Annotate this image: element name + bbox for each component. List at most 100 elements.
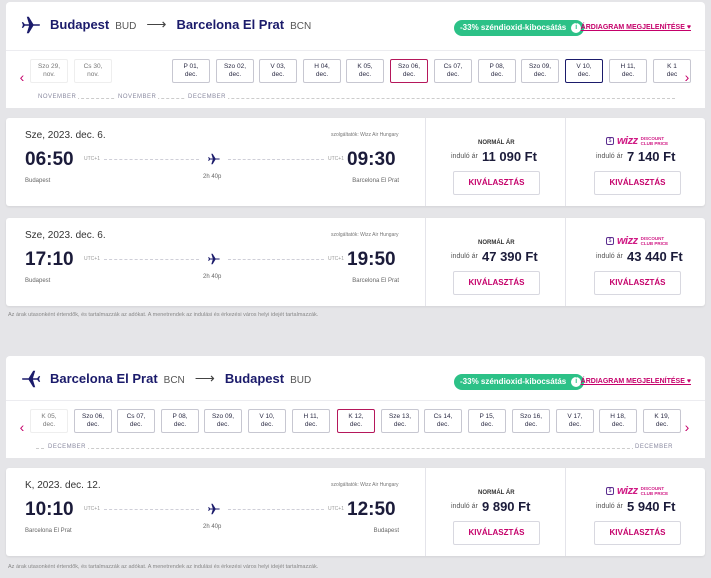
date-month: dec.	[446, 71, 460, 78]
flight-duration: 2h 40p	[203, 274, 222, 280]
date-day: V 17,	[567, 413, 583, 420]
date-option[interactable]: Cs 07, dec.	[117, 409, 155, 433]
wdc-logo: $ wizz DISCOUNT CLUB PRICE	[606, 234, 668, 248]
date-option[interactable]: Szo 09, dec.	[521, 59, 559, 83]
route-title: Barcelona El Prat BCN ⟶ Budapest BUD	[50, 370, 311, 387]
date-option[interactable]: Szo 06, dec.	[74, 409, 112, 433]
dollar-badge-icon: $	[606, 237, 614, 245]
date-day: K 12,	[348, 413, 364, 420]
price-note: Az árak utasonként értendők, és tartalma…	[8, 312, 319, 318]
from-code: BUD	[115, 21, 137, 32]
date-option[interactable]: V 17, dec.	[556, 409, 594, 433]
month-label: NOVEMBER	[36, 94, 79, 100]
date-month: dec.	[655, 421, 669, 428]
date-option[interactable]: P 08, dec.	[161, 409, 199, 433]
departure-utc: UTC+1	[84, 506, 100, 512]
date-option[interactable]: P 15, dec.	[468, 409, 506, 433]
date-option[interactable]: P 08, dec.	[478, 59, 516, 83]
date-option[interactable]: Szo 02, dec.	[216, 59, 254, 83]
date-option[interactable]: Cs 07, dec.	[434, 59, 472, 83]
date-option[interactable]: K 12, dec.	[337, 409, 375, 433]
departure-city: Budapest	[25, 178, 51, 184]
select-button[interactable]: KIVÁLASZTÁS	[594, 271, 681, 295]
date-month: dec.	[315, 71, 329, 78]
date-option[interactable]: Szo 06, dec.	[390, 59, 428, 83]
date-option[interactable]: Szo 09, dec.	[204, 409, 242, 433]
from-city: Barcelona El Prat	[50, 371, 158, 386]
date-option[interactable]: V 10, dec.	[248, 409, 286, 433]
date-option[interactable]: Cs 14, dec.	[424, 409, 462, 433]
date-option[interactable]: H 18, dec.	[599, 409, 637, 433]
prev-dates-button[interactable]: ‹	[16, 419, 28, 435]
arrival-city: Barcelona El Prat	[352, 178, 399, 184]
co2-badge[interactable]: -33% széndioxid-kibocsátás i	[454, 374, 585, 390]
outbound-header: Budapest BUD ⟶ Barcelona El Prat BCN -33…	[6, 2, 705, 50]
outbound-date-strip: ‹ Szo 29, nov. Cs 30, nov. P 01, dec. Szo 02, d…	[6, 50, 705, 108]
departure-utc: UTC+1	[84, 256, 100, 262]
date-day: Szo 06,	[81, 413, 105, 420]
plane-icon	[206, 252, 222, 266]
date-month: dec.	[490, 71, 504, 78]
price-chart-link[interactable]: ÁRDIAGRAM MEGJELENÍTÉSE ♥	[581, 378, 691, 385]
select-button[interactable]: KIVÁLASZTÁS	[594, 521, 681, 545]
normal-price: 47 390 Ft	[482, 249, 538, 264]
select-button[interactable]: KIVÁLASZTÁS	[453, 171, 540, 195]
prev-dates-button[interactable]: ‹	[16, 69, 28, 85]
date-month: dec.	[173, 421, 187, 428]
date-month: dec.	[42, 421, 56, 428]
date-month: dec.	[577, 71, 591, 78]
date-day: H 04,	[314, 63, 330, 70]
date-option[interactable]: V 10, dec.	[565, 59, 603, 83]
date-option[interactable]: K 05, dec.	[30, 409, 68, 433]
departure-city: Budapest	[25, 278, 51, 284]
timeline-left	[104, 259, 199, 260]
date-month: dec.	[402, 71, 416, 78]
to-code: BUD	[290, 375, 312, 386]
select-button[interactable]: KIVÁLASZTÁS	[453, 271, 540, 295]
date-day: K 19,	[654, 413, 670, 420]
select-button[interactable]: KIVÁLASZTÁS	[453, 521, 540, 545]
discount-club-label: DISCOUNT CLUB PRICE	[641, 236, 669, 246]
select-button[interactable]: KIVÁLASZTÁS	[594, 171, 681, 195]
normal-price-title: NORMÁL ÁR	[478, 490, 515, 496]
dollar-badge-icon: $	[606, 137, 614, 145]
next-dates-button[interactable]: ›	[681, 69, 693, 85]
date-month: dec.	[86, 421, 100, 428]
date-option[interactable]: H 11, dec.	[292, 409, 330, 433]
date-option[interactable]: P 01, dec.	[172, 59, 210, 83]
normal-price-title: NORMÁL ÁR	[478, 140, 515, 146]
normal-price-column: NORMÁL ÁR induló ár 47 390 Ft KIVÁLASZTÁS	[425, 218, 565, 306]
discount-price-column: $ wizz DISCOUNT CLUB PRICE induló ár 43 440 F…	[565, 218, 705, 306]
date-option[interactable]: H 04, dec.	[303, 59, 341, 83]
co2-badge[interactable]: -33% széndioxid-kibocsátás i	[454, 20, 585, 36]
date-option[interactable]: Cs 30, nov.	[74, 59, 112, 83]
date-day: V 03,	[270, 63, 286, 70]
date-option[interactable]: Szo 16, dec.	[512, 409, 550, 433]
discount-club-label: DISCOUNT CLUB PRICE	[641, 136, 669, 146]
flight-date: Sze, 2023. dec. 6.	[25, 130, 106, 141]
date-month: dec.	[480, 421, 494, 428]
price-chart-link[interactable]: ÁRDIAGRAM MEGJELENÍTÉSE ♥	[581, 24, 691, 31]
date-month: dec.	[271, 71, 285, 78]
date-day: K 05,	[357, 63, 373, 70]
date-option[interactable]: Sze 13, dec.	[381, 409, 419, 433]
normal-price: 11 090 Ft	[482, 149, 537, 164]
date-option[interactable]: H 11, dec.	[609, 59, 647, 83]
date-month: dec.	[533, 71, 547, 78]
date-day: Szo 02,	[223, 63, 247, 70]
next-dates-button[interactable]: ›	[681, 419, 693, 435]
date-day: Sze 13,	[388, 413, 412, 420]
date-day: Szo 09,	[211, 413, 235, 420]
date-option[interactable]: Szo 29, nov.	[30, 59, 68, 83]
flight-card: Sze, 2023. dec. 6. szolgáltatók: Wizz Air…	[6, 218, 705, 306]
discount-price-column: $ wizz DISCOUNT CLUB PRICE induló ár 7 140 Ft…	[565, 118, 705, 206]
date-option[interactable]: V 03, dec.	[259, 59, 297, 83]
club-price-label: CLUB PRICE	[640, 491, 669, 496]
to-city: Barcelona El Prat	[176, 17, 285, 32]
date-day: Szo 16,	[519, 413, 543, 420]
date-month: dec.	[436, 421, 450, 428]
discount-price: 5 940 Ft	[627, 499, 676, 514]
date-option[interactable]: K 05, dec.	[346, 59, 384, 83]
date-option[interactable]: K 19, dec.	[643, 409, 681, 433]
to-city: Budapest	[224, 371, 285, 386]
